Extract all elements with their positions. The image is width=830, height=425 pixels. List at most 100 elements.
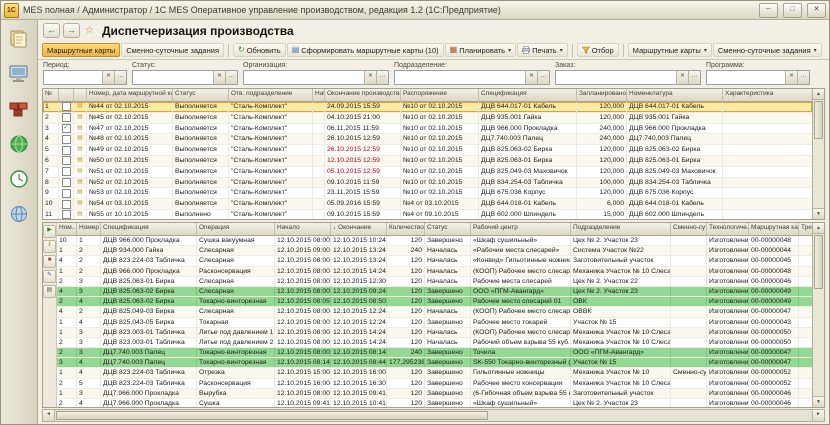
plan-button[interactable]: ▦ Планировать ▾ [445, 43, 516, 57]
route-cards-menu-button[interactable]: Маршрутные карты ▾ [628, 43, 712, 57]
ops-column-header[interactable]: Спецификация [101, 223, 197, 235]
clear-icon[interactable]: ✕ [213, 71, 225, 84]
row-checkbox[interactable] [62, 200, 71, 209]
row-checkbox[interactable] [62, 146, 71, 155]
print-button[interactable]: Печать ▾ [517, 43, 568, 57]
filter-input-department[interactable]: ✕… [394, 70, 550, 85]
row-checkbox[interactable] [62, 189, 71, 198]
route-column-header[interactable]: Спецификация [479, 89, 577, 101]
row-checkbox[interactable]: ✓ [62, 124, 71, 133]
route-card-row[interactable]: 8▤№52 от 02.10.2015Выполняется"Сталь-Ком… [43, 178, 812, 189]
filter-input-program[interactable]: ✕… [706, 70, 810, 85]
operation-row[interactable]: 43ДЦВ 825.063-02 БиркаСлесарная12.10.201… [57, 287, 812, 297]
choose-icon[interactable]: … [376, 71, 388, 84]
clear-icon[interactable]: ✕ [364, 71, 376, 84]
ops-column-header[interactable]: Статус [425, 223, 471, 235]
scroll-thumb[interactable] [56, 411, 488, 420]
route-column-header[interactable]: № [43, 89, 59, 101]
choose-icon[interactable]: … [225, 71, 237, 84]
route-table-vscrollbar[interactable]: ▲ ▼ [812, 89, 824, 219]
ops-column-header[interactable]: Рабочий центр [471, 223, 571, 235]
route-card-row[interactable]: 5▤№49 от 02.10.2015Выполняется"Сталь-Ком… [43, 145, 812, 156]
route-card-row[interactable]: 7▤№51 от 02.10.2015Выполняется"Сталь-Ком… [43, 167, 812, 178]
choose-icon[interactable]: … [114, 71, 126, 84]
row-checkbox[interactable] [62, 113, 71, 122]
ops-column-header[interactable]: Количество [387, 223, 425, 235]
operation-row[interactable]: 34ДЦ7.740.003 ПалецТокарно-винторезная12… [57, 358, 812, 368]
favorite-star-icon[interactable]: ☆ [85, 25, 94, 36]
filter-button[interactable]: Отбор [577, 43, 619, 57]
stop-operation-button[interactable]: ■ [43, 255, 56, 268]
ops-column-header[interactable]: ↓ Окончание [331, 223, 387, 235]
scroll-down-icon[interactable]: ▼ [813, 208, 824, 219]
generate-route-cards-button[interactable]: ▤ Сформировать маршрутные карты (10) [287, 43, 444, 57]
operation-row[interactable]: 101ДЦВ 966.000 ПрокладкаСушка вакуумная1… [57, 236, 812, 246]
route-column-header[interactable]: Запланировано [577, 89, 627, 101]
route-card-row[interactable]: 10▤№54 от 03.10.2015Выполняется"Сталь-Ко… [43, 199, 812, 210]
choose-icon[interactable]: … [797, 71, 809, 84]
operation-row[interactable]: 14ДЦВ 825.043-05 БиркаТокарная12.10.2015… [57, 318, 812, 328]
route-column-header[interactable]: Начало пр... [313, 89, 325, 101]
route-column-header[interactable]: Номер, дата маршрутной кар... [87, 89, 173, 101]
clear-icon[interactable]: ✕ [676, 71, 688, 84]
route-column-header[interactable]: Статус [173, 89, 229, 101]
scroll-left-icon[interactable]: ◄ [43, 410, 55, 421]
scroll-up-icon[interactable]: ▲ [813, 89, 824, 100]
route-card-row[interactable]: 6▤№50 от 02.10.2015Выполняется"Сталь-Ком… [43, 156, 812, 167]
horizontal-scrollbar[interactable]: ◄ ► [42, 409, 825, 422]
operation-row[interactable]: 42ДЦВ 825.049-03 БиркаСлесарная12.10.201… [57, 307, 812, 317]
route-card-row[interactable]: 3✓▤№47 от 02.10.2015Выполняется"Сталь-Ко… [43, 124, 812, 135]
maximize-button[interactable]: □ [783, 3, 802, 18]
operation-row[interactable]: 23ДЦВ 823.003-01 ТабличкаЛитье под давле… [57, 338, 812, 348]
tab-shift-tasks[interactable]: Сменно-суточные задания [121, 43, 224, 57]
scroll-right-icon[interactable]: ► [812, 410, 824, 421]
operation-row[interactable]: 24ДЦ7.966.000 ПрокладкаСушка12.10.2015 0… [57, 399, 812, 407]
sidebar-item-planning[interactable] [4, 130, 34, 158]
row-checkbox[interactable] [62, 210, 71, 219]
title-bar[interactable]: 1С MES полная / Администратор / 1С MES О… [1, 1, 829, 20]
scroll-thumb[interactable] [814, 101, 823, 139]
ops-column-header[interactable]: Подразделение [571, 223, 671, 235]
route-column-header[interactable]: Характеристика [723, 89, 812, 101]
close-button[interactable]: ✕ [807, 3, 826, 18]
edit-operation-button[interactable]: ✎ [43, 270, 56, 283]
row-checkbox[interactable] [62, 135, 71, 144]
scroll-up-icon[interactable]: ▲ [813, 223, 824, 234]
route-column-header[interactable]: Распоряжение [401, 89, 479, 101]
tab-route-cards[interactable]: Маршрутные карты [42, 43, 120, 57]
operation-row[interactable]: 14ДЦВ 823.224-03 ТабличкаОтрезка12.10.20… [57, 368, 812, 378]
route-column-header[interactable] [59, 89, 74, 101]
route-card-row[interactable]: 4▤№48 от 02.10.2015Выполняется"Сталь-Ком… [43, 134, 812, 145]
ops-column-header[interactable]: Операция [197, 223, 275, 235]
ops-column-header[interactable]: Ном... [57, 223, 77, 235]
scroll-down-icon[interactable]: ▼ [813, 396, 824, 407]
row-checkbox[interactable] [62, 102, 71, 111]
clear-icon[interactable]: ✕ [102, 71, 114, 84]
row-checkbox[interactable] [62, 178, 71, 187]
row-checkbox[interactable] [62, 156, 71, 165]
ops-column-header[interactable]: Требует ОТ [799, 223, 812, 235]
shift-tasks-menu-button[interactable]: Сменно-суточные задания ▾ [713, 43, 822, 57]
route-card-row[interactable]: 1▤№44 от 02.10.2015Выполняется"Сталь-Ком… [43, 102, 812, 113]
sidebar-item-documents[interactable] [4, 25, 34, 53]
filter-input-order[interactable]: ✕… [555, 70, 701, 85]
ops-column-header[interactable]: Номер эт... [77, 223, 101, 235]
start-operation-button[interactable]: ▶ [43, 225, 56, 238]
refresh-button[interactable]: ↻ Обновить [233, 43, 286, 57]
operation-row[interactable]: 12ДЦВ 966.000 ПрокладкаРасконсервация12.… [57, 267, 812, 277]
scroll-thumb[interactable] [814, 235, 823, 289]
operation-row[interactable]: 13ДЦВ 823.003-01 ТабличкаЛитье под давле… [57, 328, 812, 338]
operation-row[interactable]: 13ДЦ7.966.000 ПрокладкаВырубка12.10.2015… [57, 389, 812, 399]
forward-button[interactable]: → [63, 23, 80, 38]
ops-column-header[interactable]: Технологиче... [707, 223, 749, 235]
route-card-row[interactable]: 9▤№53 от 02.10.2015Выполняется"Сталь-Ком… [43, 188, 812, 199]
sidebar-item-services[interactable] [4, 200, 34, 228]
clear-icon[interactable]: ✕ [785, 71, 797, 84]
sidebar-item-monitoring[interactable] [4, 165, 34, 193]
operation-row[interactable]: 23ДЦ7.740.003 ПалецТокарно-винторезная12… [57, 348, 812, 358]
operation-row[interactable]: 12ДЦВ 934.000 ГайкаСлесарная12.10.2015 0… [57, 246, 812, 256]
operation-row[interactable]: 24ДЦВ 825.063-02 БиркаТокарно-винторезна… [57, 297, 812, 307]
back-button[interactable]: ← [43, 23, 60, 38]
choose-icon[interactable]: … [688, 71, 700, 84]
ops-column-header[interactable]: Сменно-сут... [671, 223, 707, 235]
